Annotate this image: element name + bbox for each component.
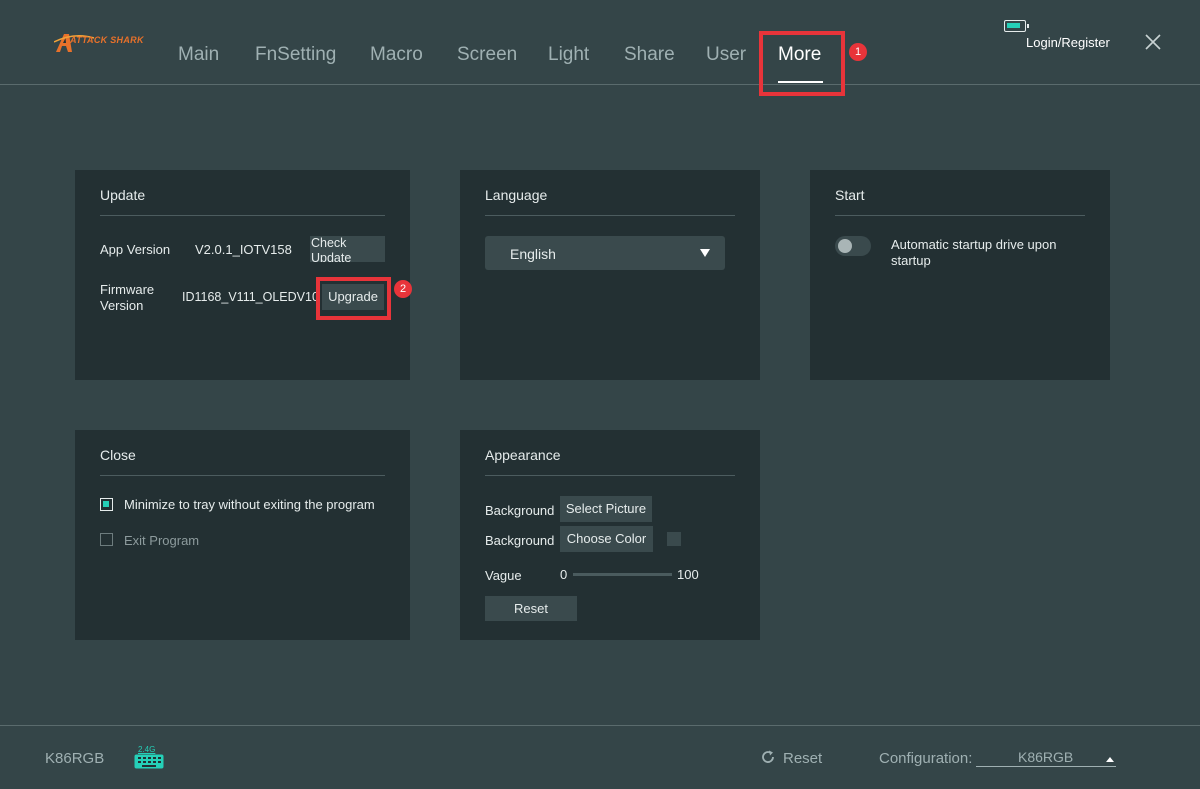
minimize-to-tray-label: Minimize to tray without exiting the pro…	[124, 497, 375, 512]
exit-program-label: Exit Program	[124, 533, 200, 548]
reset-button[interactable]: Reset	[783, 750, 822, 767]
callout-box-more-tab	[759, 31, 845, 96]
tab-main[interactable]: Main	[178, 44, 219, 66]
start-panel: Start Automatic startup drive upon start…	[810, 170, 1110, 380]
check-update-button[interactable]: Check Update	[310, 236, 385, 262]
panel-divider	[100, 475, 385, 476]
tab-user[interactable]: User	[706, 44, 746, 66]
tab-screen[interactable]: Screen	[457, 44, 517, 66]
app-version-label: App Version	[100, 242, 171, 257]
background-picture-label: Background	[485, 503, 555, 518]
keyboard-wireless-icon: 2.4G	[134, 745, 164, 771]
select-picture-button[interactable]: Select Picture	[560, 496, 652, 522]
language-title: Language	[485, 187, 548, 203]
update-panel: Update App Version V2.0.1_IOTV158 Check …	[75, 170, 412, 380]
panel-divider	[485, 215, 735, 216]
logo-text: ATTACK SHARK	[70, 35, 144, 45]
tab-fnsetting[interactable]: FnSetting	[255, 44, 336, 66]
callout-badge-2: 2	[394, 280, 412, 298]
vague-max-value: 100	[677, 567, 699, 582]
firmware-version-value: ID1168_V111_OLEDV10	[182, 290, 319, 304]
callout-box-upgrade	[316, 277, 391, 320]
language-selected-value: English	[510, 246, 556, 262]
app-version-value: V2.0.1_IOTV158	[195, 242, 292, 257]
tab-share[interactable]: Share	[624, 44, 675, 66]
update-title: Update	[100, 187, 146, 203]
top-bar: ATTACK SHARK Main FnSetting Macro Screen…	[0, 0, 1200, 96]
caret-up-icon	[1106, 757, 1114, 762]
configuration-select[interactable]: K86RGB	[976, 744, 1116, 767]
appearance-panel: Appearance Background Select Picture Bac…	[460, 430, 760, 640]
keyboard-icon	[134, 754, 164, 769]
vague-min-value: 0	[560, 567, 568, 582]
language-panel: Language English	[460, 170, 760, 380]
color-swatch[interactable]	[667, 532, 681, 546]
language-select[interactable]: English	[485, 236, 725, 270]
bottom-bar: K86RGB 2.4G Reset Configuration: K86RGB	[0, 725, 1200, 789]
tab-light[interactable]: Light	[548, 44, 589, 66]
callout-badge-1: 1	[849, 43, 867, 61]
choose-color-button[interactable]: Choose Color	[560, 526, 653, 552]
firmware-version-label: Firmware Version	[100, 282, 155, 313]
vague-label: Vague	[485, 568, 522, 583]
close-panel: Close Minimize to tray without exiting t…	[75, 430, 410, 640]
close-icon[interactable]	[1143, 32, 1163, 52]
appearance-title: Appearance	[485, 447, 561, 463]
exit-program-checkbox[interactable]	[100, 533, 113, 546]
panel-divider	[100, 215, 385, 216]
close-title: Close	[100, 447, 136, 463]
autostart-toggle[interactable]	[835, 236, 871, 256]
connection-label: 2.4G	[138, 745, 156, 754]
start-title: Start	[835, 187, 865, 203]
appearance-reset-button[interactable]: Reset	[485, 596, 577, 621]
refresh-icon[interactable]	[761, 750, 775, 764]
autostart-label: Automatic startup drive upon startup	[891, 237, 1057, 268]
configuration-label: Configuration:	[879, 750, 973, 767]
tab-macro[interactable]: Macro	[370, 44, 423, 66]
battery-icon	[1004, 20, 1029, 32]
configuration-value: K86RGB	[1018, 749, 1074, 765]
panel-divider	[835, 215, 1085, 216]
login-register-link[interactable]: Login/Register	[1026, 35, 1110, 50]
caret-down-icon	[700, 249, 710, 257]
minimize-to-tray-checkbox[interactable]	[100, 498, 113, 511]
device-name: K86RGB	[45, 750, 105, 767]
background-color-label: Background	[485, 533, 555, 548]
panel-divider	[485, 475, 735, 476]
vague-slider[interactable]	[573, 573, 672, 576]
